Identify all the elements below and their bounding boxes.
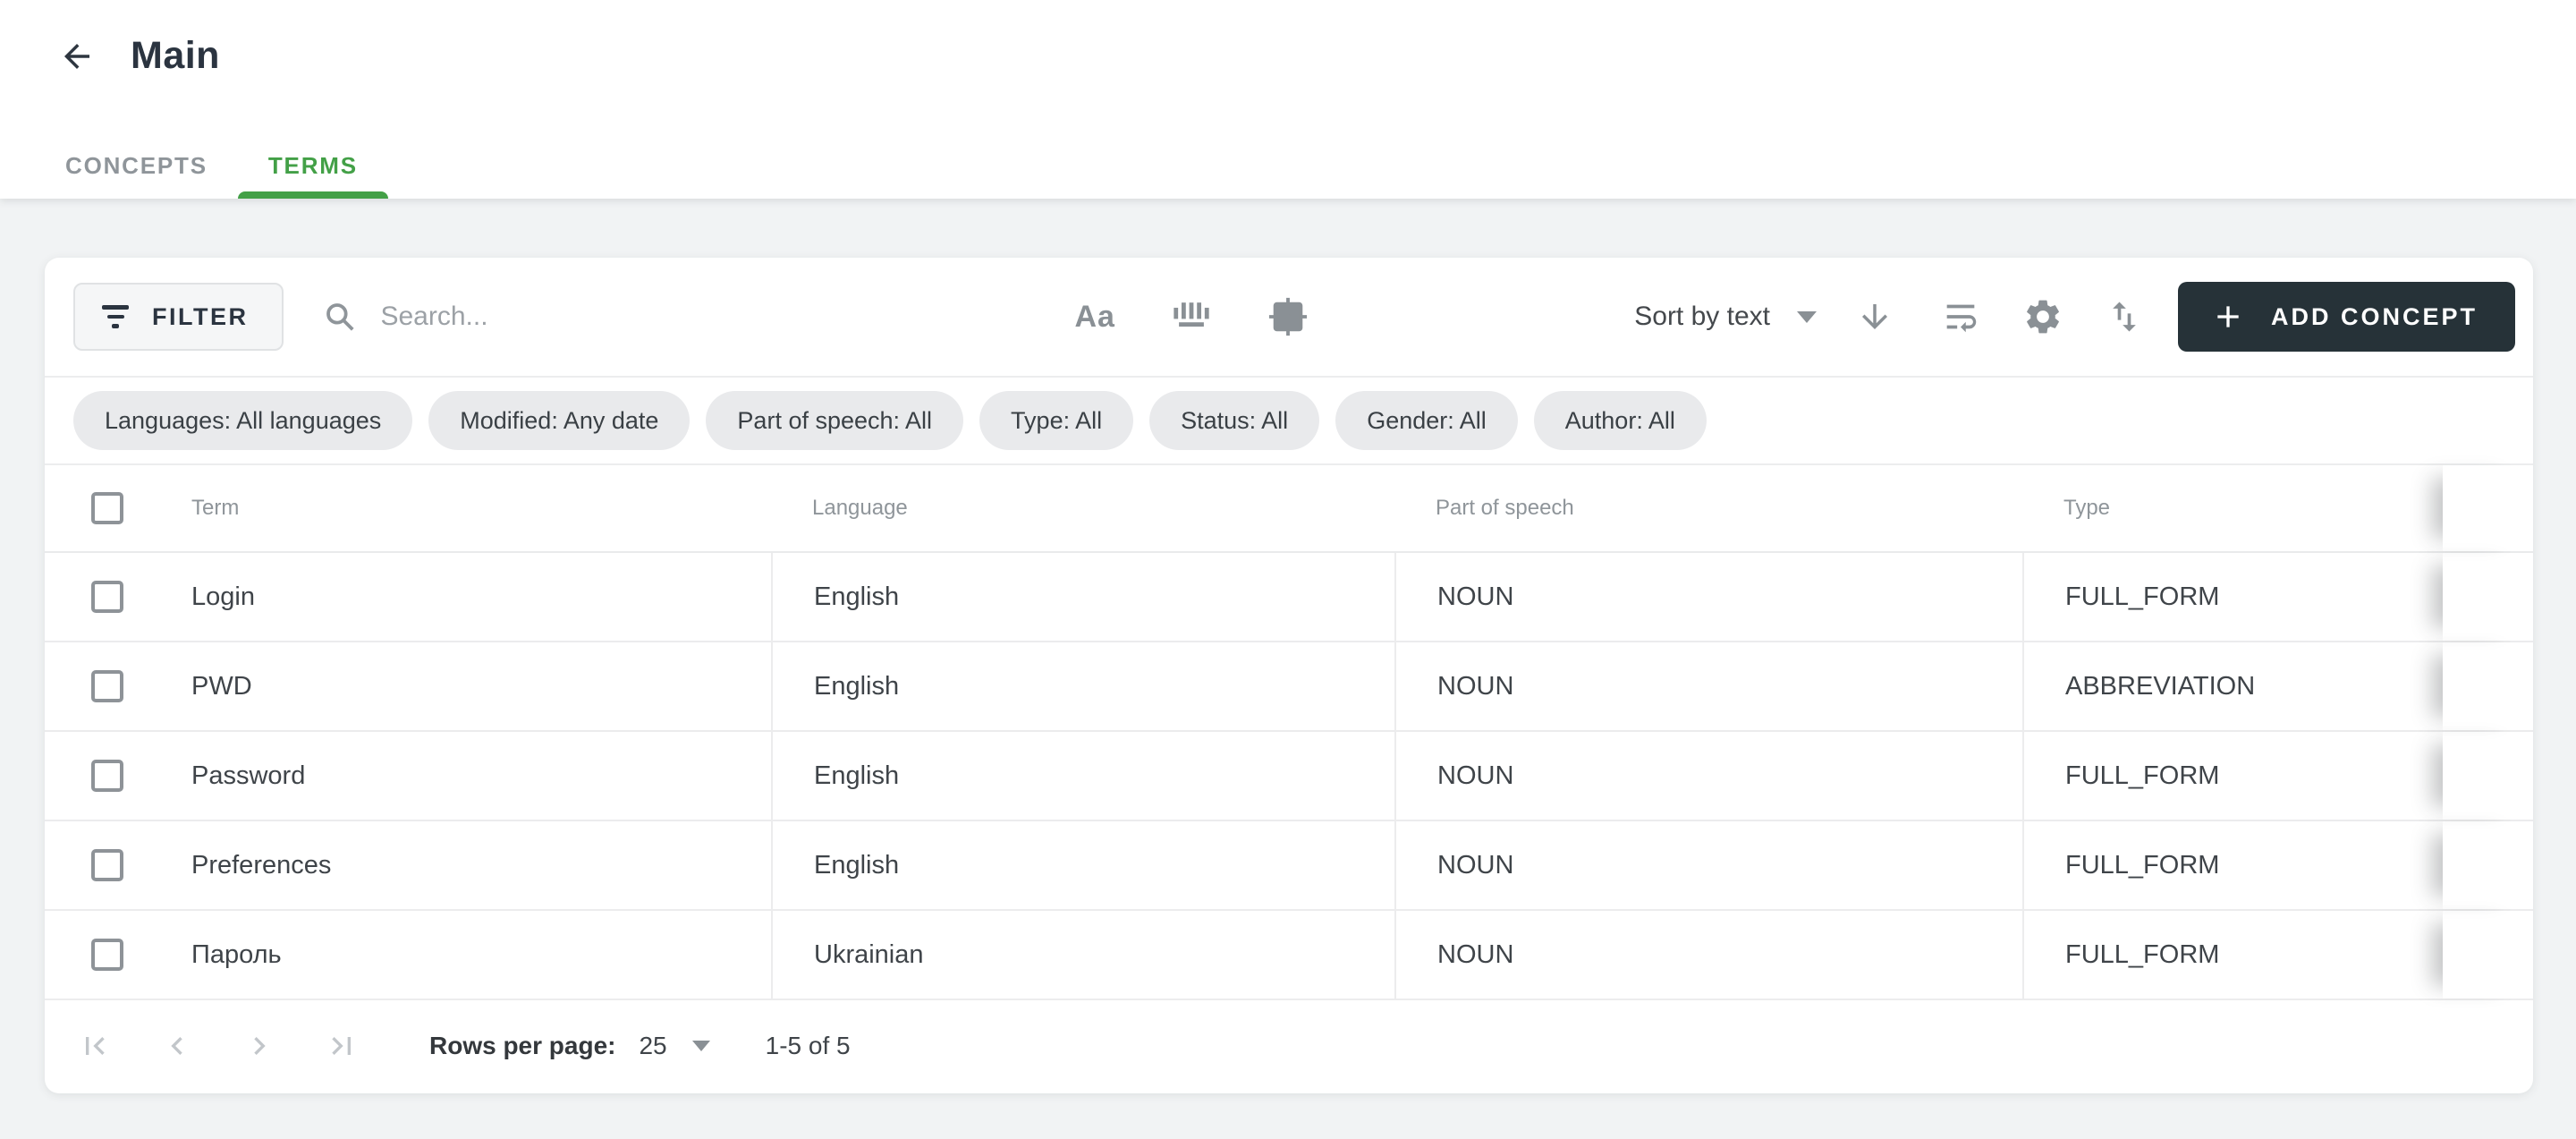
language-cell: English	[771, 642, 1394, 730]
table-row[interactable]: Пароль Ukrainian NOUN FULL_FORM	[45, 911, 2533, 1000]
table-footer: Rows per page: 25 1-5 of 5	[45, 1000, 2533, 1092]
language-cell: Ukrainian	[771, 911, 1394, 999]
tab-concepts[interactable]: CONCEPTS	[35, 132, 238, 199]
chip-part-of-speech[interactable]: Part of speech: All	[706, 391, 963, 450]
add-concept-label: ADD CONCEPT	[2271, 303, 2478, 331]
table-header-row: Term Language Part of speech Type	[45, 465, 2533, 553]
arrow-down-icon	[1856, 298, 1894, 336]
row-checkbox[interactable]	[91, 849, 123, 881]
back-button[interactable]	[57, 37, 97, 76]
pinned-cell	[2443, 732, 2533, 820]
title-row: Main	[0, 0, 2576, 78]
type-cell: FULL_FORM	[2022, 553, 2443, 641]
table-row[interactable]: Password English NOUN FULL_FORM	[45, 732, 2533, 821]
chip-languages[interactable]: Languages: All languages	[73, 391, 412, 450]
rows-per-page-select[interactable]: 25	[639, 1032, 709, 1060]
filter-chips-row: Languages: All languages Modified: Any d…	[45, 378, 2533, 465]
row-checkbox[interactable]	[91, 670, 123, 702]
part-of-speech-cell: NOUN	[1394, 732, 2022, 820]
pagination-controls	[77, 1028, 360, 1064]
sort-direction-button[interactable]	[1856, 298, 1894, 336]
rows-per-page-value: 25	[639, 1032, 666, 1060]
tab-bar: CONCEPTS TERMS	[35, 132, 388, 199]
tab-concepts-label: CONCEPTS	[65, 152, 208, 180]
chip-gender[interactable]: Gender: All	[1335, 391, 1518, 450]
term-cell: Login	[191, 582, 255, 612]
chip-modified[interactable]: Modified: Any date	[428, 391, 690, 450]
row-checkbox[interactable]	[91, 760, 123, 792]
next-page-icon[interactable]	[242, 1028, 277, 1064]
column-header-part-of-speech: Part of speech	[1394, 465, 2022, 551]
term-cell: Password	[191, 761, 305, 791]
row-checkbox[interactable]	[91, 939, 123, 971]
row-checkbox[interactable]	[91, 581, 123, 613]
terms-card: FILTER Aa	[45, 258, 2533, 1093]
first-page-icon[interactable]	[77, 1028, 113, 1064]
sort-by-value: Sort by text	[1634, 302, 1770, 332]
chip-author[interactable]: Author: All	[1534, 391, 1707, 450]
arrow-left-icon	[58, 38, 96, 75]
table-row[interactable]: Preferences English NOUN FULL_FORM	[45, 821, 2533, 911]
crop-frame-icon[interactable]	[1267, 296, 1309, 337]
search-icon	[323, 300, 357, 334]
column-header-term: Term	[191, 496, 239, 521]
pinned-cell	[2443, 821, 2533, 909]
type-cell: FULL_FORM	[2022, 732, 2443, 820]
search-box	[323, 300, 877, 334]
rows-per-page-label: Rows per page:	[429, 1032, 615, 1060]
tab-terms-label: TERMS	[268, 152, 358, 180]
language-cell: English	[771, 553, 1394, 641]
term-cell: Preferences	[191, 851, 331, 880]
language-cell: English	[771, 821, 1394, 909]
chevron-down-icon	[692, 1041, 710, 1051]
barcode-icon[interactable]	[1171, 297, 1212, 336]
gear-icon[interactable]	[2022, 296, 2063, 337]
swap-vertical-icon[interactable]	[2105, 297, 2144, 336]
table-row[interactable]: PWD English NOUN ABBREVIATION	[45, 642, 2533, 732]
previous-page-icon[interactable]	[159, 1028, 195, 1064]
toolbar: FILTER Aa	[45, 258, 2533, 378]
chip-type[interactable]: Type: All	[979, 391, 1133, 450]
wrap-text-icon[interactable]	[1940, 296, 1981, 337]
sort-by-select[interactable]: Sort by text	[1634, 302, 1817, 332]
active-tab-indicator	[238, 191, 388, 199]
pinned-cell	[2443, 642, 2533, 730]
part-of-speech-cell: NOUN	[1394, 821, 2022, 909]
chip-status[interactable]: Status: All	[1149, 391, 1319, 450]
filter-button-label: FILTER	[152, 303, 248, 331]
pinned-cell	[2443, 911, 2533, 999]
type-cell: FULL_FORM	[2022, 821, 2443, 909]
language-cell: English	[771, 732, 1394, 820]
chevron-down-icon	[1797, 311, 1817, 323]
column-header-type: Type	[2022, 465, 2443, 551]
pinned-cell	[2443, 553, 2533, 641]
tab-terms[interactable]: TERMS	[238, 132, 388, 199]
top-bar: Main CONCEPTS TERMS	[0, 0, 2576, 199]
part-of-speech-cell: NOUN	[1394, 911, 2022, 999]
pagination-range: 1-5 of 5	[766, 1032, 851, 1060]
add-concept-button[interactable]: ADD CONCEPT	[2178, 282, 2515, 352]
part-of-speech-cell: NOUN	[1394, 553, 2022, 641]
last-page-icon[interactable]	[324, 1028, 360, 1064]
part-of-speech-cell: NOUN	[1394, 642, 2022, 730]
search-input[interactable]	[380, 302, 877, 332]
page-title: Main	[131, 34, 220, 78]
search-option-icons: Aa	[1074, 296, 1308, 337]
filter-button[interactable]: FILTER	[73, 283, 284, 351]
plus-icon	[2210, 299, 2246, 335]
select-all-checkbox[interactable]	[91, 492, 123, 524]
type-cell: ABBREVIATION	[2022, 642, 2443, 730]
term-cell: PWD	[191, 672, 252, 701]
match-case-icon[interactable]: Aa	[1074, 300, 1114, 335]
column-header-language: Language	[771, 465, 1394, 551]
term-cell: Пароль	[191, 940, 282, 970]
filter-icon	[102, 305, 129, 328]
table-row[interactable]: Login English NOUN FULL_FORM	[45, 553, 2533, 642]
pinned-column-header	[2443, 465, 2533, 551]
type-cell: FULL_FORM	[2022, 911, 2443, 999]
